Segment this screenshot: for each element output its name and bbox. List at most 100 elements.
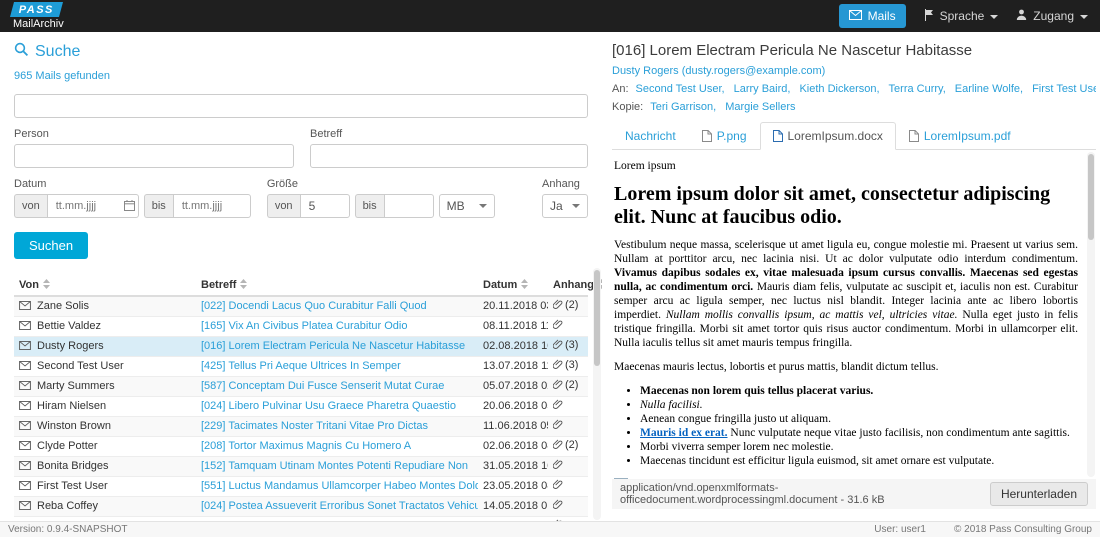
doc-text-segment: Maecenas tincidunt est efficitur ligula … [640, 455, 995, 468]
date-from-input[interactable] [46, 194, 139, 218]
app-logo[interactable]: PASS MailArchiv [9, 2, 64, 30]
mail-date: 05.07.2018 02:34 [478, 376, 548, 397]
person-label: Person [14, 128, 49, 140]
doc-text-segment: Maecenas non lorem quis tellus placerat … [640, 385, 874, 398]
search-section-title: Suche [14, 42, 588, 62]
size-label: Größe [266, 178, 298, 190]
table-row[interactable]: Reba Coffey [024] Postea Assueverit Erro… [14, 496, 588, 517]
size-unit-select[interactable]: MB [438, 194, 495, 218]
attachment-select[interactable]: Ja [542, 194, 588, 218]
navbar-right: Mails Sprache Zugang [838, 4, 1088, 28]
document-scrollbar[interactable] [1087, 152, 1095, 477]
attachment-filter-group: Anhang Ja [542, 178, 588, 218]
tab-loremipsum-docx[interactable]: LoremIpsum.docx [759, 122, 896, 150]
table-row[interactable]: Bettie Valdez [165] Vix An Civibus Plate… [14, 316, 588, 337]
person-input[interactable] [14, 144, 294, 168]
scrollbar-thumb[interactable] [1088, 154, 1094, 240]
mail-subject-link[interactable]: [022] Docendi Lacus Quo Curabitur Falli … [201, 300, 427, 312]
search-submit-button[interactable]: Suchen [14, 232, 89, 259]
version-text: Version: 0.9.4-SNAPSHOT [8, 524, 128, 535]
mail-subject-link[interactable]: [551] Luctus Mandamus Ullamcorper Habeo … [201, 480, 478, 492]
paperclip-icon [552, 439, 563, 454]
table-row[interactable]: Clyde Potter [208] Tortor Maximus Magnis… [14, 436, 588, 457]
recipient-link[interactable]: Teri Garrison, [650, 101, 716, 113]
recipient-link[interactable]: Kieth Dickerson, [799, 83, 879, 95]
table-row[interactable]: Marty Summers [587] Conceptam Dui Fusce … [14, 376, 588, 397]
recipient-link[interactable]: Larry Baird, [734, 83, 791, 95]
mail-subject-link[interactable]: [587] Conceptam Dui Fusce Senserit Mutat… [201, 380, 444, 392]
recipient-link[interactable]: Second Test User, [636, 83, 725, 95]
mails-button[interactable]: Mails [838, 4, 906, 28]
table-row[interactable]: Dusty Rogers [016] Lorem Electram Pericu… [14, 336, 588, 357]
date-size-attachment-row: Datum von bis Größe von [14, 178, 588, 218]
recipient-link[interactable]: Terra Curry, [889, 83, 946, 95]
table-row[interactable]: Hiram Nielsen [024] Libero Pulvinar Usu … [14, 396, 588, 417]
doc-text-segment: Morbi viverra semper lorem nec molestie. [640, 441, 834, 454]
table-row[interactable]: Zane Solis [022] Docendi Lacus Quo Curab… [14, 295, 588, 317]
mail-date: 02.08.2018 10:56 [478, 336, 548, 357]
column-header-anhang[interactable]: Anhang [548, 275, 602, 297]
table-row[interactable]: Winston Brown [229] Tacimates Noster Tri… [14, 416, 588, 437]
tab-label: LoremIpsum.docx [787, 129, 883, 143]
paperclip-icon [552, 499, 563, 514]
date-to-input[interactable] [172, 194, 251, 218]
doc-text-segment: Nunc vulputate neque vitae justo facilis… [727, 427, 1070, 440]
chevron-down-icon [990, 14, 999, 19]
recipient-link[interactable]: Margie Sellers [725, 101, 795, 113]
mail-subject-link[interactable]: [152] Tamquam Utinam Montes Potenti Repu… [201, 460, 468, 472]
attachment-count: (3) [565, 339, 579, 351]
envelope-icon [19, 400, 31, 414]
paperclip-icon [552, 399, 563, 414]
access-menu[interactable]: Zugang [1016, 9, 1088, 23]
table-row[interactable]: Second Test User [425] Tellus Pri Aeque … [14, 356, 588, 377]
flag-icon [924, 8, 934, 24]
copy-label: Kopie: [612, 101, 644, 113]
tab-nachricht[interactable]: Nachricht [612, 122, 689, 150]
mail-subject-link[interactable]: [208] Tortor Maximus Magnis Cu Homero A [201, 440, 411, 452]
column-header-datum[interactable]: Datum [478, 275, 548, 297]
mail-subject-link[interactable]: [229] Tacimates Noster Tritani Vitae Pro… [201, 420, 428, 432]
file-icon [772, 130, 783, 142]
mail-subject-link[interactable]: [024] Libero Pulvinar Usu Graece Pharetr… [201, 400, 456, 412]
mail-date: 13.07.2018 11:06 [478, 356, 548, 377]
attachment-count: (2) [565, 439, 579, 451]
tab-p-png[interactable]: P.png [689, 122, 760, 150]
current-user-text: User: user1 [874, 524, 926, 535]
column-header-betreff[interactable]: Betreff [196, 275, 478, 297]
mail-subject-link[interactable]: [024] Postea Assueverit Erroribus Sonet … [201, 500, 478, 512]
language-menu[interactable]: Sprache [924, 8, 999, 24]
envelope-icon [19, 360, 31, 374]
scrollbar-thumb[interactable] [594, 270, 600, 366]
column-header-von[interactable]: Von [14, 275, 196, 297]
sort-icon [240, 279, 248, 289]
table-row[interactable]: First Test User [551] Luctus Mandamus Ul… [14, 476, 588, 497]
doc-bullet-item: Maecenas non lorem quis tellus placerat … [640, 384, 1078, 398]
mail-subject-link[interactable]: [016] Lorem Electram Pericula Ne Nascetu… [201, 340, 465, 352]
paperclip-icon [552, 379, 563, 394]
detail-tabs: Nachricht P.png LoremIpsum.docx LoremIpsum.… [612, 122, 1096, 150]
recipient-link[interactable]: Earline Wolfe, [955, 83, 1023, 95]
mail-subject-link[interactable]: [165] Vix An Civibus Platea Curabitur Od… [201, 320, 407, 332]
doc-bullet-item: Mauris id ex erat. Nunc vulputate neque … [640, 426, 1078, 440]
mail-sender: Zane Solis [37, 299, 89, 312]
size-from-input[interactable] [299, 194, 350, 218]
mail-sender: First Test User [37, 479, 108, 492]
attachment-label: Anhang [542, 178, 580, 190]
doc-bullet-item: Nulla facilisi. [640, 398, 1078, 412]
doc-bullet-item: Morbi viverra semper lorem nec molestie. [640, 440, 1078, 454]
mail-date: 14.05.2018 01:27 [478, 496, 548, 517]
subject-input[interactable] [310, 144, 588, 168]
doc-para-1: Vestibulum neque massa, scelerisque ut a… [614, 238, 1078, 350]
sender-link[interactable]: Dusty Rogers (dusty.rogers@example.com) [612, 65, 825, 77]
size-to-input[interactable] [383, 194, 434, 218]
doc-inline-link[interactable]: Mauris id ex erat. [640, 427, 728, 439]
size-filter-group: Größe von bis MB [266, 178, 495, 218]
tab-loremipsum-pdf[interactable]: LoremIpsum.pdf [896, 122, 1024, 150]
mail-list-scrollbar[interactable] [593, 268, 601, 520]
person-subject-row: Person Betreff [14, 128, 588, 168]
download-button[interactable]: Herunterladen [989, 482, 1088, 506]
mail-subject-link[interactable]: [425] Tellus Pri Aeque Ultrices In Sempe… [201, 360, 401, 372]
fulltext-search-input[interactable] [14, 94, 588, 118]
table-row[interactable]: Bonita Bridges [152] Tamquam Utinam Mont… [14, 456, 588, 477]
recipient-link[interactable]: First Test User [1032, 83, 1096, 95]
